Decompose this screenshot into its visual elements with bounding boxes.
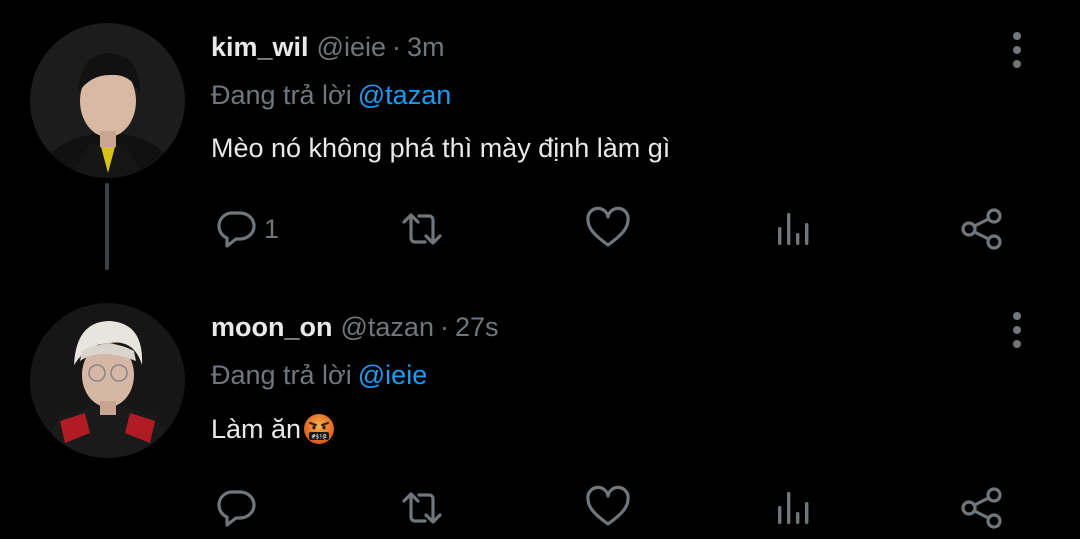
views-button[interactable] <box>770 483 818 533</box>
more-vertical-icon[interactable] <box>1000 310 1034 350</box>
tweet-text: Làm ăn #$!@ <box>211 413 335 445</box>
tweet-header: kim_wil @ieie · 3m <box>211 32 445 63</box>
replying-to: Đang trả lời @tazan <box>211 80 451 111</box>
avatar-photo-1 <box>30 23 185 178</box>
share-button[interactable] <box>958 204 1006 254</box>
share-icon <box>961 208 1002 250</box>
user-handle[interactable]: @tazan <box>341 312 434 343</box>
retweet-icon <box>402 213 442 245</box>
reply-button[interactable] <box>212 483 264 533</box>
mention-link[interactable]: @tazan <box>358 80 451 110</box>
user-handle[interactable]: @ieie <box>317 32 386 63</box>
action-bar <box>0 483 1080 533</box>
analytics-bars-icon <box>778 492 809 524</box>
share-icon <box>961 487 1002 529</box>
replying-prefix: Đang trả lời <box>211 360 352 390</box>
heart-icon <box>586 485 630 526</box>
tweet[interactable]: moon_on @tazan · 27s Đang trả lời @ieie L… <box>0 280 1080 539</box>
face-with-symbols-on-mouth-emoji: #$!@ <box>304 414 335 444</box>
more-vertical-icon[interactable] <box>1000 30 1034 70</box>
display-name[interactable]: moon_on <box>211 312 333 343</box>
separator-dot: · <box>439 312 449 342</box>
reply-count: 1 <box>264 213 280 244</box>
tweet-header: moon_on @tazan · 27s <box>211 312 499 343</box>
like-button[interactable] <box>584 204 632 254</box>
tweet-text-content: Mèo nó không phá thì mày định làm gì <box>211 133 671 163</box>
comment-bubble-icon <box>217 211 256 248</box>
avatar-photo-2 <box>30 303 185 458</box>
views-button[interactable] <box>770 204 818 254</box>
retweet-icon <box>402 492 442 524</box>
like-button[interactable] <box>584 483 632 533</box>
timestamp[interactable]: 3m <box>407 32 445 63</box>
display-name[interactable]: kim_wil <box>211 32 309 63</box>
avatar[interactable] <box>30 303 185 458</box>
heart-icon <box>586 206 630 247</box>
tweet-text-content: Làm ăn <box>211 413 302 444</box>
analytics-bars-icon <box>778 213 809 245</box>
tweet[interactable]: kim_wil @ieie · 3m Đang trả lời @tazan Mè… <box>0 0 1080 280</box>
separator-dot: · <box>392 32 401 62</box>
avatar[interactable] <box>30 23 185 178</box>
comment-bubble-icon <box>217 490 256 527</box>
reply-button[interactable]: 1 <box>212 204 279 254</box>
svg-text:#$!@: #$!@ <box>312 434 327 441</box>
retweet-button[interactable] <box>398 204 446 254</box>
action-bar: 1 <box>0 204 1080 254</box>
tweet-text: Mèo nó không phá thì mày định làm gì <box>211 133 670 164</box>
share-button[interactable] <box>958 483 1006 533</box>
mention-link[interactable]: @ieie <box>358 360 427 390</box>
replying-to: Đang trả lời @ieie <box>211 360 427 391</box>
retweet-button[interactable] <box>398 483 446 533</box>
replying-prefix: Đang trả lời <box>211 80 352 110</box>
timestamp[interactable]: 27s <box>455 312 499 343</box>
